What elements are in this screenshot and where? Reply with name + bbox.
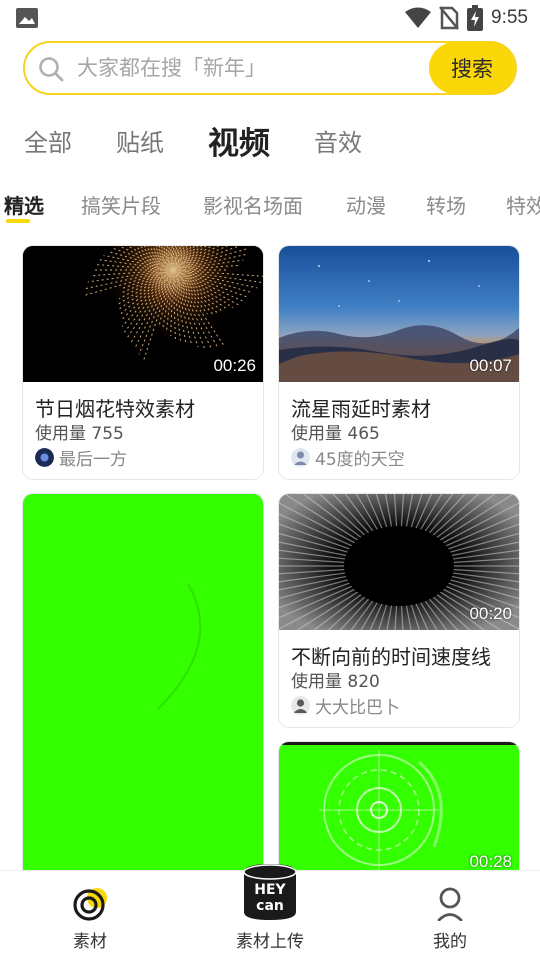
hey-can-upload-icon: HEY can: [243, 864, 297, 920]
clock: 9:55: [491, 7, 528, 28]
app-screen: 9:55 搜索 全部 贴纸 视频 音效 精选 搞笑片段 影视名场面 动漫 转场 …: [0, 0, 540, 960]
author[interactable]: 大大比巴卜: [291, 695, 400, 718]
author[interactable]: 最后一方: [35, 447, 127, 470]
author-name: 最后一方: [59, 449, 127, 470]
tab-sound-effects[interactable]: 音效: [314, 123, 362, 158]
battery-charging-icon: [467, 5, 484, 31]
wifi-icon: [405, 7, 432, 28]
nav-label: 素材: [73, 932, 107, 952]
author-name: 大大比巴卜: [315, 697, 400, 718]
active-tab-indicator: [6, 219, 30, 223]
video-thumbnail: 00:20: [279, 494, 519, 630]
video-duration: 00:28: [469, 852, 512, 871]
subcategory-tabs: 精选 搞笑片段 影视名场面 动漫 转场 特效: [0, 186, 540, 226]
bottom-navigation: 素材 HEY can 素材上传 我的: [0, 864, 540, 960]
category-tabs: 全部 贴纸 视频 音效: [24, 118, 406, 162]
video-card[interactable]: 00:20 不断向前的时间速度线 使用量 820 大大比巴卜: [279, 494, 519, 727]
video-title: 不断向前的时间速度线: [291, 645, 491, 669]
subtab-funny-clips[interactable]: 搞笑片段: [81, 190, 161, 219]
subtab-movie-scenes[interactable]: 影视名场面: [203, 190, 303, 219]
profile-icon: [437, 887, 463, 921]
video-duration: 00:20: [469, 604, 512, 623]
usage-count: 使用量 755: [35, 424, 124, 444]
video-thumbnail: 00:28: [279, 742, 519, 884]
green-screen-image: [23, 494, 263, 884]
subtab-transitions[interactable]: 转场: [426, 190, 466, 219]
video-thumbnail: [23, 494, 263, 884]
video-card[interactable]: 00:26 节日烟花特效素材 使用量 755 最后一方: [23, 246, 263, 479]
search-bar[interactable]: 搜索: [23, 41, 517, 95]
video-card[interactable]: 00:07 流星雨延时素材 使用量 465 45度的天空: [279, 246, 519, 479]
video-title: 流星雨延时素材: [291, 397, 431, 421]
video-thumbnail: 00:26: [23, 246, 263, 382]
search-icon: [39, 57, 64, 82]
search-input[interactable]: [77, 51, 417, 85]
tab-all[interactable]: 全部: [24, 123, 72, 158]
nav-material[interactable]: 素材: [30, 871, 150, 960]
usage-count: 使用量 820: [291, 672, 380, 692]
subtab-featured[interactable]: 精选: [4, 190, 44, 219]
avatar: [291, 447, 310, 467]
logo-text-can: can: [256, 898, 284, 914]
search-button[interactable]: 搜索: [429, 42, 515, 94]
video-card[interactable]: 00:28: [279, 742, 519, 884]
logo-text-hey: HEY: [254, 882, 286, 898]
video-card[interactable]: [23, 494, 263, 884]
no-sim-icon: [439, 6, 459, 30]
nav-label: 素材上传: [236, 932, 304, 952]
nav-label: 我的: [433, 932, 467, 952]
material-icon: [73, 888, 107, 921]
subtab-effects[interactable]: 特效: [506, 190, 540, 219]
video-duration: 00:07: [469, 356, 512, 375]
tab-videos[interactable]: 视频: [208, 118, 270, 163]
status-bar: 9:55: [0, 0, 540, 36]
avatar: [35, 447, 54, 467]
author[interactable]: 45度的天空: [291, 447, 405, 470]
photo-icon: [16, 8, 38, 28]
nav-profile[interactable]: 我的: [390, 871, 510, 960]
author-name: 45度的天空: [315, 449, 405, 470]
video-title: 节日烟花特效素材: [35, 397, 195, 421]
video-thumbnail: 00:07: [279, 246, 519, 382]
subtab-anime[interactable]: 动漫: [346, 190, 386, 219]
tab-stickers[interactable]: 贴纸: [116, 123, 164, 158]
usage-count: 使用量 465: [291, 424, 380, 444]
video-duration: 00:26: [213, 356, 256, 375]
avatar: [291, 695, 310, 715]
nav-upload[interactable]: HEY can 素材上传: [210, 864, 330, 960]
